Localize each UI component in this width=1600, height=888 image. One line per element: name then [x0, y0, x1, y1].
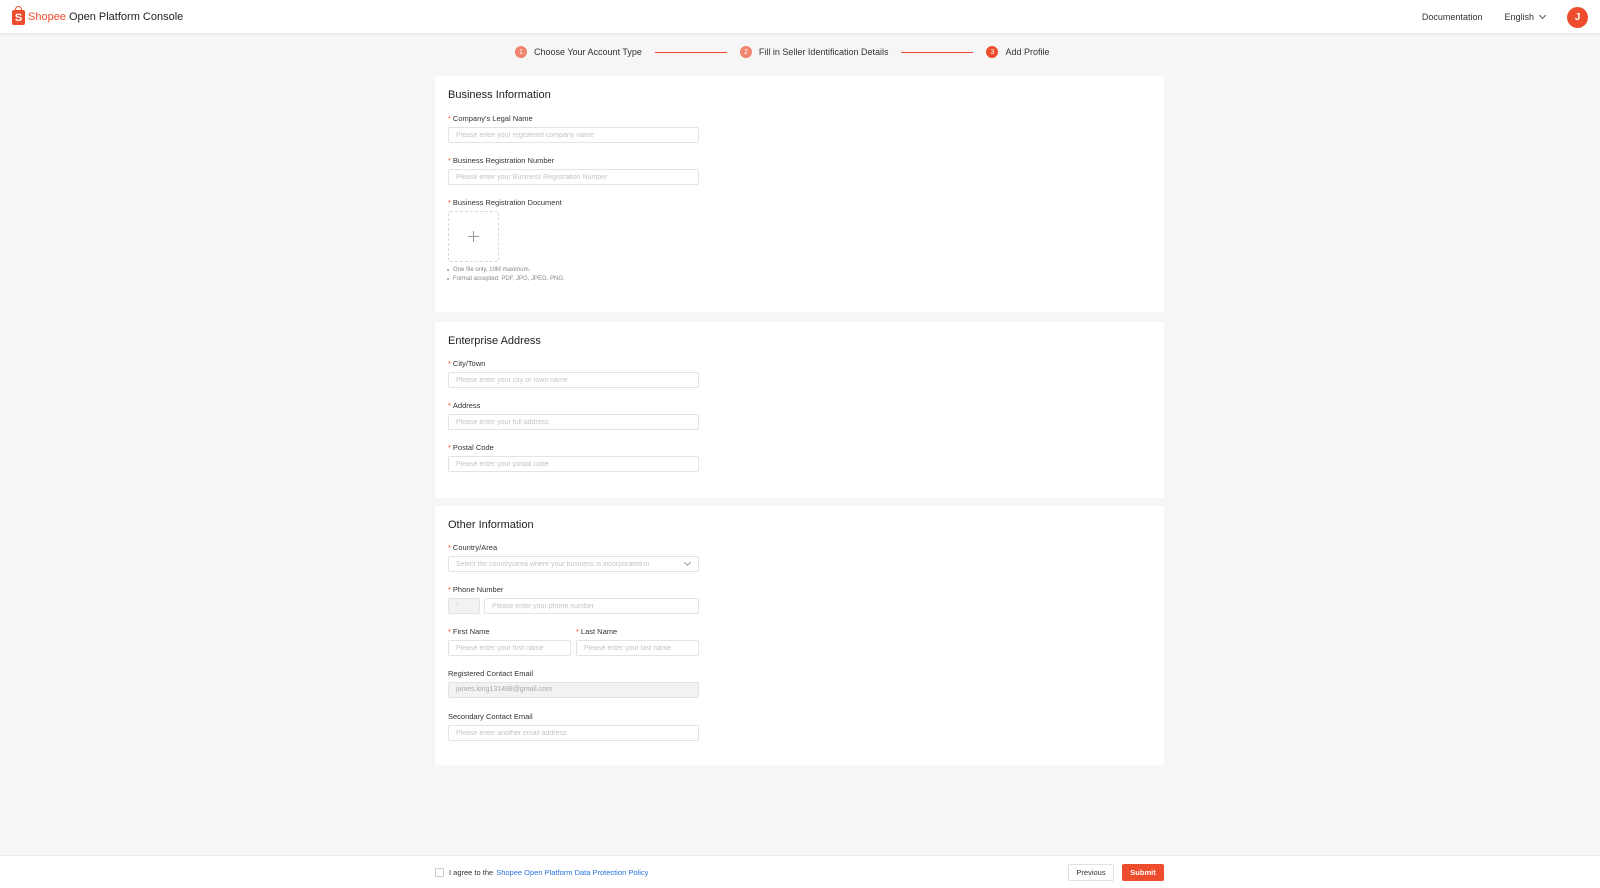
- legal-name-label: * Company's Legal Name: [448, 114, 533, 123]
- language-label: English: [1504, 12, 1534, 22]
- step-number: 3: [986, 46, 999, 58]
- top-header: S Shopee Open Platform Console Documenta…: [0, 0, 1600, 34]
- user-avatar[interactable]: J: [1567, 6, 1588, 28]
- upload-hint-size: One file only, 10M maximum.: [446, 267, 531, 273]
- registration-number-input[interactable]: [448, 169, 699, 185]
- secondary-email-label: Secondary Contact Email: [448, 712, 533, 721]
- previous-button[interactable]: Previous: [1068, 864, 1114, 881]
- city-input[interactable]: [448, 372, 699, 388]
- step-number: 2: [739, 46, 752, 58]
- upload-hint-format: Format accepted: PDF, JPG, JPEG, PNG.: [447, 276, 565, 282]
- registration-document-label: * Business Registration Document: [448, 198, 562, 207]
- step-number: 1: [515, 46, 527, 58]
- agreement: I agree to the Shopee Open Platform Data…: [435, 868, 648, 877]
- step-connector: [654, 51, 727, 53]
- plus-icon: [468, 231, 479, 242]
- address-input[interactable]: [448, 414, 699, 430]
- footer-bar: I agree to the Shopee Open Platform Data…: [0, 855, 1600, 888]
- step-label: Add Profile: [1005, 47, 1050, 57]
- language-selector[interactable]: English: [1504, 11, 1547, 22]
- country-label: * Country/Area: [448, 543, 498, 552]
- registered-email-field: james.king131488@gmail.com: [448, 682, 699, 698]
- section-title: Enterprise Address: [448, 335, 541, 347]
- phone-label: * Phone Number: [448, 585, 504, 594]
- country-select[interactable]: [448, 556, 699, 572]
- documentation-link[interactable]: Documentation: [1422, 12, 1483, 22]
- postal-code-label: * Postal Code: [448, 443, 494, 452]
- step-label: Choose Your Account Type: [534, 47, 642, 57]
- header-nav: Documentation English J: [1422, 6, 1588, 28]
- registered-email-label: Registered Contact Email: [448, 669, 534, 678]
- address-label: * Address: [448, 401, 481, 410]
- other-information-card: Other Information *Country/Area *Phone N…: [435, 506, 1164, 765]
- secondary-email-input[interactable]: [448, 725, 699, 741]
- section-title: Other Information: [448, 519, 534, 531]
- postal-code-input[interactable]: [448, 456, 699, 472]
- chevron-down-icon: [1538, 11, 1547, 20]
- city-label: * City/Town: [448, 359, 486, 368]
- registration-number-label: * Business Registration Number: [448, 156, 555, 165]
- step-label: Fill in Seller Identification Details: [758, 47, 889, 57]
- first-name-input[interactable]: [448, 640, 571, 656]
- agree-checkbox[interactable]: [435, 868, 444, 877]
- business-information-card: Business Information * Company's Legal Na…: [435, 76, 1164, 312]
- step-seller-details: 2 Fill in Seller Identification Details: [739, 46, 889, 58]
- agree-text: I agree to the: [449, 868, 494, 877]
- data-protection-policy-link[interactable]: Shopee Open Platform Data Protection Pol…: [496, 868, 648, 877]
- legal-name-input[interactable]: [448, 127, 699, 143]
- progress-steps: 1 Choose Your Account Type 2 Fill in Sel…: [515, 45, 1050, 59]
- last-name-label: * Last Name: [576, 627, 618, 636]
- phone-input[interactable]: [484, 598, 699, 614]
- last-name-input[interactable]: [576, 640, 699, 656]
- phone-prefix[interactable]: -: [448, 598, 480, 614]
- logo-product-text: Open Platform Console: [68, 11, 184, 23]
- enterprise-address-card: Enterprise Address *City/Town *Address *…: [435, 322, 1164, 498]
- document-upload-button[interactable]: [448, 211, 499, 262]
- step-account-type: 1 Choose Your Account Type: [515, 46, 642, 58]
- shopee-bag-icon: S: [12, 5, 25, 25]
- step-add-profile: 3 Add Profile: [986, 46, 1050, 58]
- logo-brand-text: Shopee: [28, 11, 66, 23]
- shopee-logo[interactable]: S Shopee Open Platform Console: [12, 5, 184, 26]
- section-title: Business Information: [448, 89, 551, 101]
- submit-button[interactable]: Submit: [1122, 864, 1164, 881]
- first-name-label: * First Name: [448, 627, 490, 636]
- step-connector: [901, 51, 974, 53]
